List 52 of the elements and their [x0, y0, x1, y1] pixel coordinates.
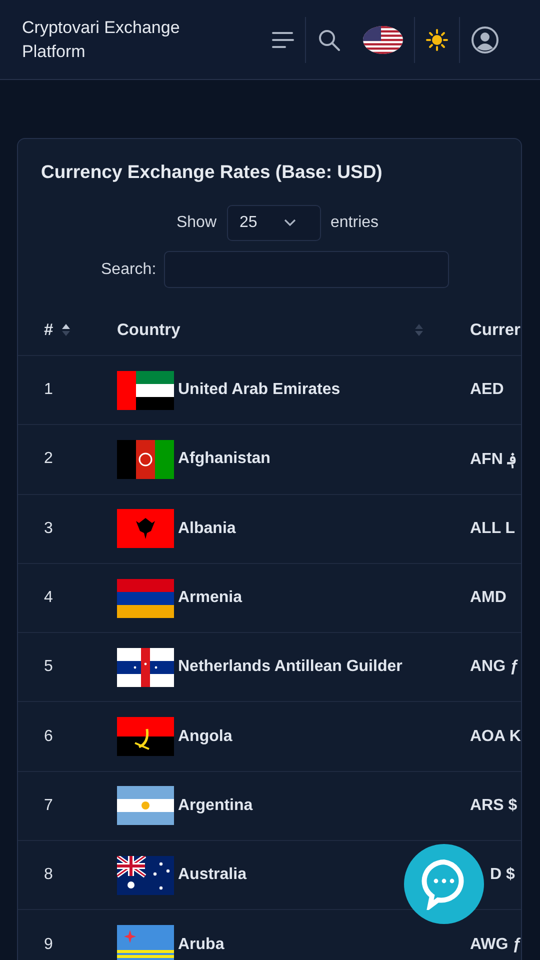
row-number: 3: [44, 520, 53, 537]
site-title: Cryptovari Exchange Platform: [22, 16, 181, 62]
flag-icon: [117, 856, 174, 895]
flag-icon[interactable]: [363, 26, 403, 54]
row-number: 4: [44, 589, 53, 606]
country-name: Albania: [178, 520, 236, 538]
flag-icon: [117, 509, 174, 548]
row-number: 2: [44, 450, 53, 468]
flag-icon: [117, 786, 174, 826]
row-number: 5: [44, 658, 53, 676]
column-header[interactable]: #: [18, 320, 117, 340]
country-name: Armenia: [178, 589, 242, 608]
country-name: Aruba: [178, 936, 224, 954]
currency-code: AFN ؋: [470, 451, 516, 468]
row-number: 8: [44, 866, 53, 884]
country-name: Australia: [178, 866, 246, 884]
country-name: Netherlands Antillean Guilder: [178, 658, 402, 676]
entries-label: entries: [330, 214, 379, 232]
flag-icon: [117, 925, 174, 960]
row-number: 7: [44, 796, 53, 814]
row-number: 6: [44, 728, 53, 745]
currency-code: ANG ƒ: [470, 658, 519, 676]
flag-icon: [117, 440, 174, 479]
search-icon[interactable]: [317, 28, 341, 52]
menu-icon[interactable]: [272, 30, 294, 48]
country-name: United Arab Emirates: [178, 381, 340, 400]
column-header[interactable]: Country: [117, 320, 470, 340]
currency-code: ARS $: [470, 796, 518, 814]
currency-code: AMD: [470, 589, 506, 606]
card-title: Currency Exchange Rates (Base: USD): [41, 161, 384, 183]
search-label: Search:: [101, 260, 156, 278]
flag-icon: [117, 717, 174, 756]
currency-code: AED: [470, 381, 504, 398]
column-header[interactable]: Currer: [470, 320, 521, 340]
sun-icon[interactable]: [426, 28, 448, 50]
country-name: Angola: [178, 728, 232, 746]
show-label: Show: [176, 214, 216, 232]
row-number: 1: [44, 381, 53, 398]
currency-code: AWG ƒ: [470, 936, 521, 953]
flag-icon: [117, 648, 174, 687]
entries-select[interactable]: 25: [226, 205, 320, 241]
country-name: Argentina: [178, 796, 253, 815]
search-field[interactable]: [164, 251, 450, 288]
country-name: Afghanistan: [178, 450, 270, 468]
currency-code: D $: [490, 866, 515, 884]
currency-code: ALL L: [470, 520, 516, 537]
row-number: 9: [44, 936, 53, 953]
currency-code: AOA K: [470, 728, 521, 745]
user-icon[interactable]: [471, 26, 499, 54]
chevron-down-icon: [284, 219, 296, 227]
flag-icon: [117, 370, 174, 410]
flag-icon: [117, 578, 174, 618]
